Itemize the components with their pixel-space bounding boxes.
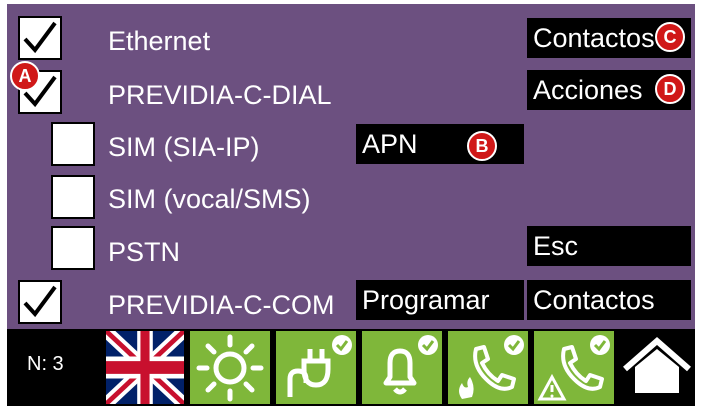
sim-vocal-sms-checkbox[interactable] xyxy=(51,175,95,219)
fault-phone-icon[interactable] xyxy=(534,331,614,404)
programar-button[interactable]: Programar xyxy=(356,280,524,320)
home-icon[interactable] xyxy=(619,331,695,404)
sun-icon[interactable] xyxy=(190,331,270,404)
panel-screen: Ethernet PREVIDIA-C-DIAL SIM (SIA-IP) SI… xyxy=(7,4,695,406)
marker-a: A xyxy=(10,61,40,91)
status-bar: N: 3 xyxy=(7,324,695,406)
marker-c: C xyxy=(655,22,685,52)
sim-sia-ip-label: SIM (SIA-IP) xyxy=(108,132,260,162)
power-plug-icon[interactable] xyxy=(276,331,356,404)
marker-d: D xyxy=(655,74,685,104)
previdia-c-com-checkbox[interactable] xyxy=(18,280,62,324)
pstn-checkbox[interactable] xyxy=(51,226,95,270)
uk-flag-icon[interactable] xyxy=(103,324,187,406)
bell-icon[interactable] xyxy=(362,331,442,404)
checkmark-icon xyxy=(23,285,57,318)
sim-sia-ip-checkbox[interactable] xyxy=(51,122,95,166)
marker-b: B xyxy=(467,131,497,161)
ethernet-checkbox[interactable] xyxy=(18,16,62,60)
apn-button[interactable]: APN xyxy=(356,124,524,164)
sim-vocal-sms-label: SIM (vocal/SMS) xyxy=(108,184,311,214)
ethernet-label: Ethernet xyxy=(108,26,211,56)
fire-phone-icon[interactable] xyxy=(448,331,528,404)
previdia-c-com-label: PREVIDIA-C-COM xyxy=(108,290,335,320)
contactos-button-bottom[interactable]: Contactos xyxy=(527,280,691,320)
previdia-c-dial-label: PREVIDIA-C-DIAL xyxy=(108,80,332,110)
node-label: N: 3 xyxy=(27,353,64,375)
esc-button[interactable]: Esc xyxy=(527,226,691,266)
pstn-label: PSTN xyxy=(108,237,181,267)
checkmark-icon xyxy=(23,21,57,54)
